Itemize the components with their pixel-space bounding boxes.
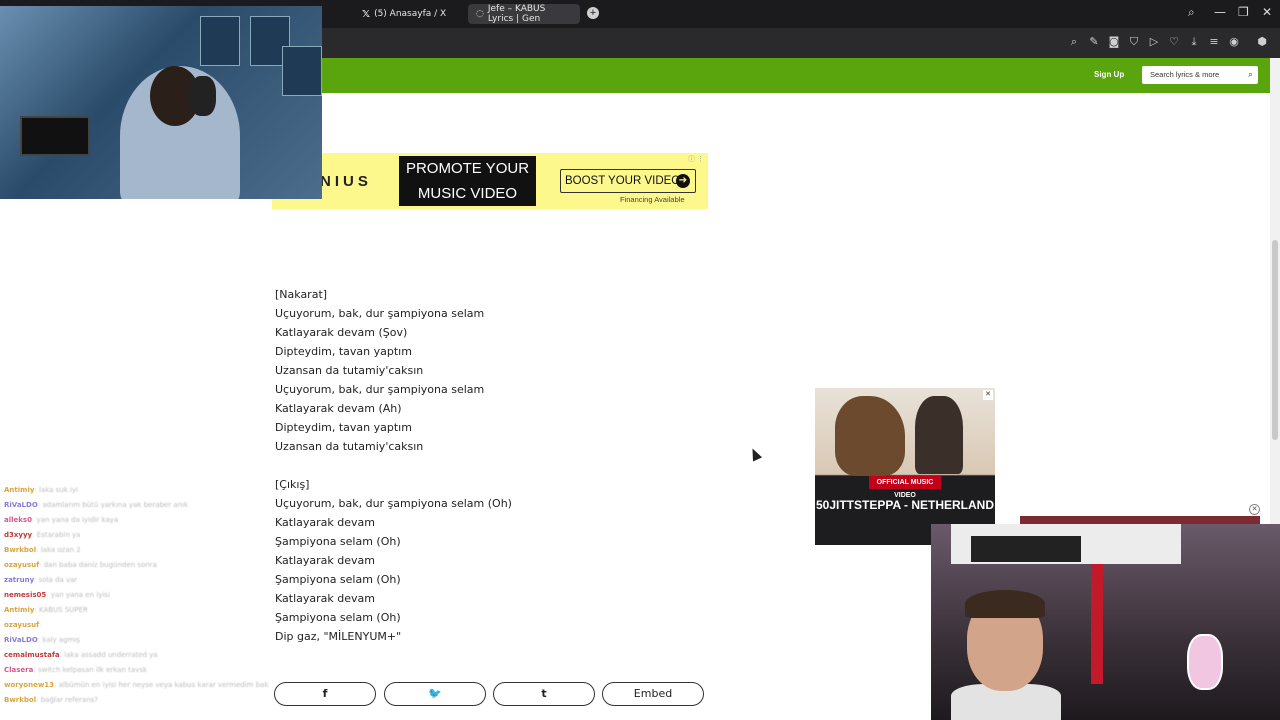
lyric-line[interactable]: Uzansan da tutamiy'caksın [275, 440, 423, 453]
chat-message: Bwrkbol: laka ozan 2 [4, 546, 81, 554]
stream-chat: Antimiy: laka suk iyi RiVaLDO: adamlarım… [0, 468, 300, 720]
side-video-ad[interactable]: OFFICIAL MUSIC VIDEO 50JITTSTEPPA - NETH… [815, 388, 995, 545]
zoom-icon[interactable]: ⌕ [1067, 35, 1081, 49]
ad-brand-text: NIUS [320, 173, 372, 190]
search-icon: ⌕ [1247, 69, 1253, 79]
boost-video-button[interactable]: BOOST YOUR VIDEO ➔ [560, 169, 696, 193]
chat-message: Antimiy: laka suk iyi [4, 486, 79, 494]
streamer-webcam-bottom [931, 524, 1280, 720]
menu-icon[interactable]: ≡ [1207, 35, 1221, 49]
lyric-line[interactable]: Dipteydim, tavan yaptım [275, 345, 412, 358]
ad-promo-line2: MUSIC VIDEO [417, 185, 518, 202]
lyric-line: [Nakarat] [275, 288, 328, 301]
lyric-line[interactable]: Katlayarak devam (Şov) [275, 326, 407, 339]
chat-message: ozayusuf: [4, 621, 42, 629]
facebook-icon: f [322, 687, 328, 700]
ad-promo-line1: PROMOTE YOUR [405, 160, 530, 177]
lyric-line[interactable]: Uçuyorum, bak, dur şampiyona selam [275, 307, 484, 320]
tab-label: Jefe – KABUS Lyrics | Gen [487, 4, 546, 24]
chat-message: nemesis05: yan yana en iyisi [4, 591, 110, 599]
chat-message: Bwrkbol: bağlar referans? [4, 696, 99, 704]
chat-message: alleks0: yan yana da iyidir kaya [4, 516, 119, 524]
share-tumblr-button[interactable]: t [493, 682, 595, 706]
ceiling-light [971, 536, 1081, 562]
x-logo-icon: 𝕏 [362, 8, 371, 20]
embed-button[interactable]: Embed [602, 682, 704, 706]
lyric-line[interactable]: Uçuyorum, bak, dur şampiyona selam [275, 383, 484, 396]
microphone-image [1187, 634, 1223, 690]
headset-image [190, 76, 216, 116]
lyric-line[interactable]: Katlayarak devam (Ah) [275, 402, 402, 415]
profile-icon[interactable]: ◉ [1227, 35, 1241, 49]
ad-promo-block: PROMOTE YOUR MUSIC VIDEO [399, 156, 536, 206]
ad-artist-image [915, 396, 963, 474]
chat-message: woryonew13: albümün en iyisi her neyse v… [4, 681, 269, 689]
streamer-hair [965, 590, 1045, 618]
lyric-line[interactable]: Uçuyorum, bak, dur şampiyona selam (Oh) [275, 497, 512, 510]
chat-message: Clasera: switch kelpasan ilk erkan tavsk [4, 666, 148, 674]
tab-label: (5) Anasayfa / X [374, 9, 447, 19]
chat-message: Antimiy: KABUS SÜPER [4, 606, 88, 614]
arrow-right-icon: ➔ [676, 174, 690, 188]
tab-x-home[interactable]: 𝕏 (5) Anasayfa / X [354, 4, 454, 24]
wall-poster [200, 16, 240, 66]
play-icon[interactable]: ▷ [1147, 35, 1161, 49]
monitor-image [20, 116, 90, 156]
streamer-webcam-top [0, 6, 322, 199]
tumblr-icon: t [541, 687, 547, 700]
chat-message: d3xyyy: Estarabin ya [4, 531, 81, 539]
minimize-button[interactable]: — [1214, 5, 1226, 19]
lyric-line[interactable]: Uzansan da tutamiy'caksın [275, 364, 423, 377]
loading-icon: ◌ [476, 9, 484, 19]
boost-label: BOOST YOUR VIDEO [565, 175, 681, 187]
search-tabs-icon[interactable]: ⌕ [1188, 5, 1195, 20]
wall-poster [282, 46, 322, 96]
share-twitter-button[interactable]: 🐦 [384, 682, 486, 706]
shield-icon[interactable]: ⛉ [1127, 35, 1141, 49]
chat-message: ozayusuf: dan baba daniz bugünden sonra [4, 561, 157, 569]
chat-message: RiVaLDO: kaly agmış [4, 636, 81, 644]
chat-message: RiVaLDO: adamlarım bütü yarkına yak bera… [4, 501, 189, 509]
scrollbar-thumb[interactable] [1272, 240, 1278, 440]
tab-genius-lyrics[interactable]: ◌ Jefe – KABUS Lyrics | Gen [468, 4, 580, 24]
ad-horse-image [835, 396, 905, 476]
mouse-cursor-icon [747, 446, 763, 462]
heart-icon[interactable]: ♡ [1167, 35, 1181, 49]
signup-link[interactable]: Sign Up [1094, 70, 1124, 79]
ad-title: 50JITTSTEPPA - NETHERLAND [815, 498, 995, 512]
download-icon[interactable]: ⤓ [1187, 35, 1201, 49]
search-placeholder: Search lyrics & more [1150, 70, 1220, 79]
twitter-icon: 🐦 [428, 687, 442, 700]
search-input[interactable]: Search lyrics & more ⌕ [1142, 66, 1258, 84]
led-light [1091, 564, 1103, 684]
ad-tag: OFFICIAL MUSIC VIDEO [869, 476, 941, 499]
camera-icon[interactable]: ◙ [1107, 35, 1121, 49]
maximize-button[interactable]: ❐ [1238, 5, 1249, 19]
ad-footnote: Financing Available [620, 195, 685, 204]
close-mini-player-icon[interactable]: ✕ [1249, 504, 1260, 515]
chat-message: zatruny: sola da var [4, 576, 78, 584]
edit-icon[interactable]: ✎ [1087, 35, 1101, 49]
lyric-line[interactable]: Dipteydim, tavan yaptım [275, 421, 412, 434]
close-window-button[interactable]: ✕ [1262, 5, 1272, 19]
chat-message: cemalmustafa: laka assadd underrated ya [4, 651, 158, 659]
ad-choices-icon[interactable]: ⓘ ⋮ [688, 154, 704, 164]
extension-icon[interactable]: ⬢ [1255, 35, 1269, 49]
close-ad-icon[interactable]: ✕ [983, 390, 993, 400]
new-tab-button[interactable]: + [587, 7, 599, 19]
mini-player-strip [1020, 516, 1260, 524]
